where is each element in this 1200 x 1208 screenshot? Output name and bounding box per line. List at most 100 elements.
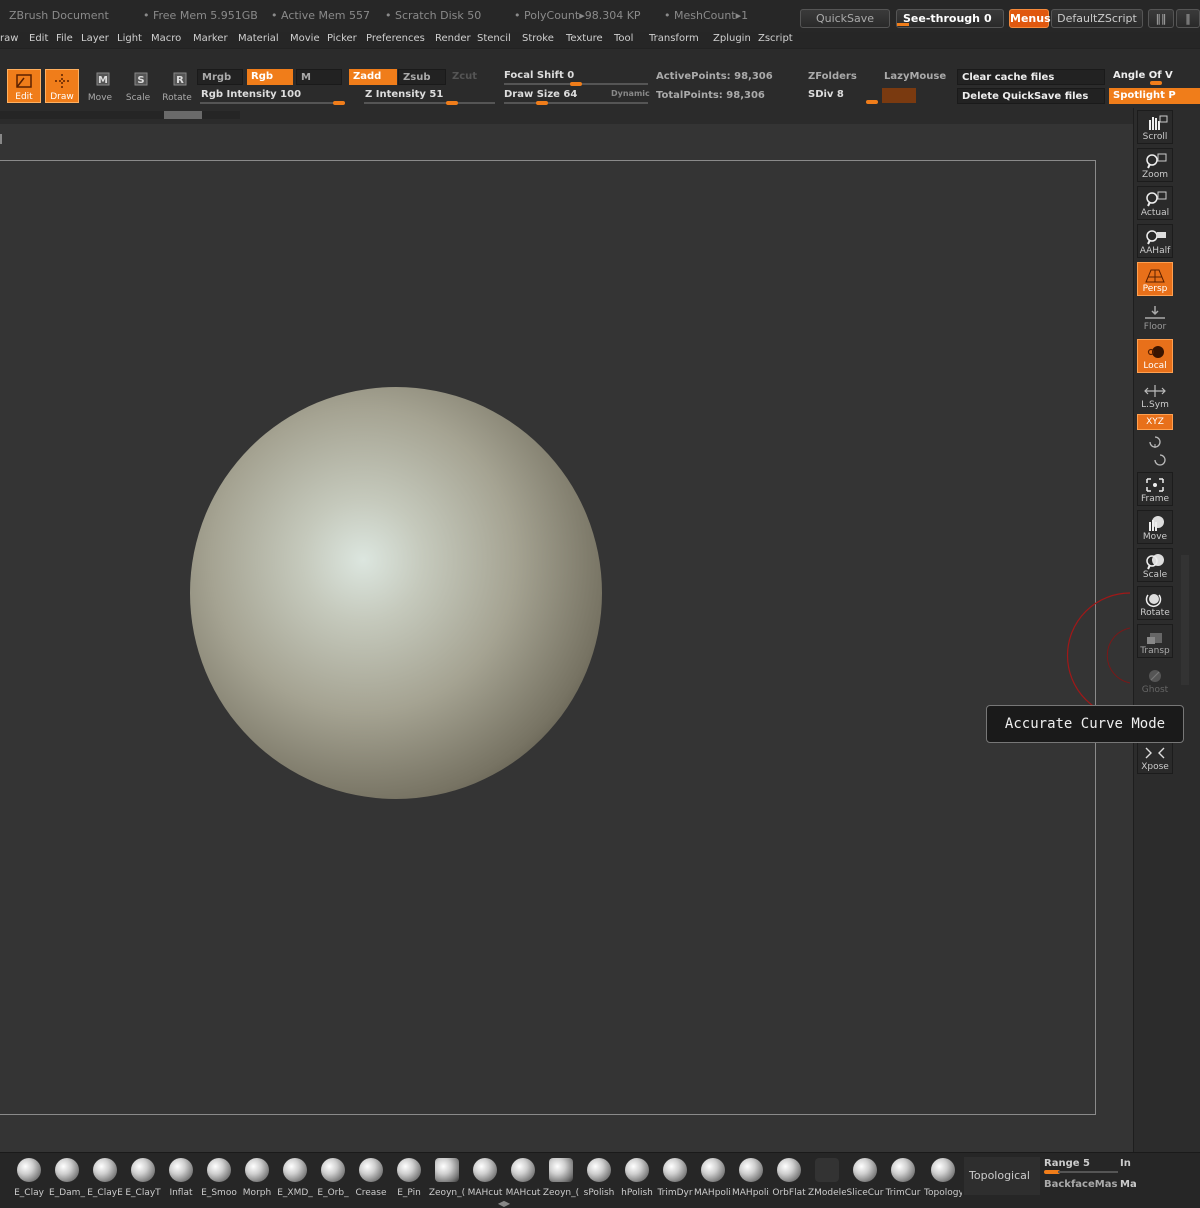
draw-size-track[interactable] [504, 102, 648, 104]
actual-button[interactable]: Actual [1137, 186, 1173, 220]
draw-size-slider[interactable]: Draw Size 64 [500, 87, 600, 103]
toolbar-scroll-track[interactable] [0, 111, 240, 119]
canvas-viewport[interactable] [0, 124, 1133, 1152]
brush-item[interactable]: E_XMD_ [276, 1156, 314, 1198]
ghost-button[interactable]: Ghost [1137, 663, 1173, 697]
toolbar-scroll-thumb[interactable] [164, 111, 202, 119]
floor-button[interactable]: Floor [1137, 300, 1173, 334]
quicksave-button[interactable]: QuickSave [800, 9, 890, 28]
sdiv-knob[interactable] [866, 100, 878, 104]
brush-item[interactable]: MAHpoli: [732, 1156, 770, 1198]
brush-item[interactable]: E_Smoo [200, 1156, 238, 1198]
draw-mode-button[interactable]: Draw [45, 69, 79, 103]
transp-button[interactable]: Transp [1137, 624, 1173, 658]
move-mode-button[interactable]: M Move [83, 69, 117, 103]
menu-tool[interactable]: Tool [614, 33, 633, 44]
zcut-button[interactable]: Zcut [448, 69, 496, 85]
z-intensity-knob[interactable] [446, 101, 458, 105]
menu-render[interactable]: Render [435, 33, 471, 44]
menu-stencil[interactable]: Stencil [477, 33, 511, 44]
rgb-intensity-slider[interactable]: Rgb Intensity 100 [197, 87, 347, 103]
shelf-collapse-arrows-icon[interactable]: ◀▶ [484, 1199, 524, 1208]
spotlight-projection-button[interactable]: Spotlight P [1109, 88, 1200, 104]
brush-item[interactable]: Morph [238, 1156, 276, 1198]
brush-item[interactable]: Zeoyn_( [428, 1156, 466, 1198]
brush-item[interactable]: E_ClayE [86, 1156, 124, 1198]
default-zscript-button[interactable]: DefaultZScript [1051, 9, 1143, 28]
xpose-button[interactable]: Xpose [1137, 740, 1173, 774]
brush-item[interactable]: TrimCur [884, 1156, 922, 1198]
rotate-mode-button[interactable]: R Rotate [160, 69, 194, 103]
rgb-intensity-knob[interactable] [333, 101, 345, 105]
menu-stroke[interactable]: Stroke [522, 33, 554, 44]
brush-item[interactable]: E_ClayT [124, 1156, 162, 1198]
menu-alpha[interactable]: raw [0, 33, 18, 44]
scale-view-button[interactable]: Scale [1137, 548, 1173, 582]
brush-item[interactable]: MAHpoli: [694, 1156, 732, 1198]
brush-item[interactable]: Inflat [162, 1156, 200, 1198]
brush-item[interactable]: E_Pin [390, 1156, 428, 1198]
menu-light[interactable]: Light [117, 33, 142, 44]
window-layout-icon[interactable]: ‖‖ [1148, 9, 1174, 28]
brush-item[interactable]: E_Dam_ [48, 1156, 86, 1198]
brush-item[interactable]: TrimDyr [656, 1156, 694, 1198]
aahalf-button[interactable]: AAHalf [1137, 224, 1173, 258]
brush-item[interactable]: ZModele [808, 1156, 846, 1198]
brush-item[interactable]: E_Clay [10, 1156, 48, 1198]
zsub-button[interactable]: Zsub [398, 69, 446, 85]
rotate-view-button[interactable]: Rotate [1137, 586, 1173, 620]
menu-file[interactable]: File [56, 33, 73, 44]
brush-item[interactable]: hPolish [618, 1156, 656, 1198]
backface-mask-button[interactable]: BackfaceMas [1044, 1179, 1117, 1190]
local-button[interactable]: Local [1137, 339, 1173, 373]
brush-item[interactable]: sPolish [580, 1156, 618, 1198]
brush-item[interactable]: Topology [924, 1156, 962, 1198]
persp-button[interactable]: Persp [1137, 262, 1173, 296]
brush-item[interactable]: Crease [352, 1156, 390, 1198]
menu-zplugin[interactable]: Zplugin [713, 33, 751, 44]
brush-item[interactable]: MAHcut [466, 1156, 504, 1198]
menu-marker[interactable]: Marker [193, 33, 228, 44]
draw-size-knob[interactable] [536, 101, 548, 105]
brush-item[interactable]: Zeoyn_( [542, 1156, 580, 1198]
menu-preferences[interactable]: Preferences [366, 33, 425, 44]
ma-field[interactable]: Ma [1120, 1179, 1137, 1190]
zoom-button[interactable]: Zoom [1137, 148, 1173, 182]
edit-mode-button[interactable]: Edit [7, 69, 41, 103]
rgb-button[interactable]: Rgb [247, 69, 293, 85]
menu-material[interactable]: Material [238, 33, 279, 44]
range-slider[interactable]: Range 5 [1044, 1158, 1090, 1169]
scale-mode-button[interactable]: S Scale [121, 69, 155, 103]
mrgb-button[interactable]: Mrgb [197, 69, 243, 85]
menu-texture[interactable]: Texture [566, 33, 603, 44]
move-view-button[interactable]: Move [1137, 510, 1173, 544]
z-intensity-slider[interactable]: Z Intensity 51 [361, 87, 496, 103]
brush-item[interactable]: SliceCur [846, 1156, 884, 1198]
zadd-button[interactable]: Zadd [349, 69, 397, 85]
menu-transform[interactable]: Transform [649, 33, 699, 44]
z-intensity-track[interactable] [364, 102, 495, 104]
menu-edit[interactable]: Edit [29, 33, 48, 44]
m-button[interactable]: M [296, 69, 342, 85]
see-through-slider[interactable]: See-through 0 [896, 9, 1004, 28]
menu-picker[interactable]: Picker [327, 33, 357, 44]
lazymouse-button[interactable]: LazyMouse [880, 69, 954, 85]
menus-button[interactable]: Menus [1009, 9, 1051, 28]
menu-zscript[interactable]: Zscript [758, 33, 793, 44]
z-axis-rotate-icon[interactable] [1152, 452, 1168, 466]
dynamic-toggle[interactable]: Dynamic [611, 89, 650, 98]
menu-macro[interactable]: Macro [151, 33, 181, 44]
see-through-knob[interactable] [897, 23, 909, 26]
scroll-button[interactable]: Scroll [1137, 110, 1173, 144]
in-field[interactable]: In [1120, 1158, 1131, 1169]
range-track[interactable] [1058, 1171, 1118, 1173]
right-shelf-scrollbar[interactable] [1181, 555, 1189, 685]
brush-item[interactable]: OrbFlat [770, 1156, 808, 1198]
frame-button[interactable]: Frame [1137, 472, 1173, 506]
focal-shift-knob[interactable] [570, 82, 582, 86]
y-axis-rotate-icon[interactable] [1147, 434, 1163, 448]
menu-movie[interactable]: Movie [290, 33, 320, 44]
xyz-button[interactable]: XYZ [1137, 414, 1173, 430]
topological-button[interactable]: Topological [964, 1157, 1040, 1195]
rgb-intensity-track[interactable] [200, 102, 345, 104]
